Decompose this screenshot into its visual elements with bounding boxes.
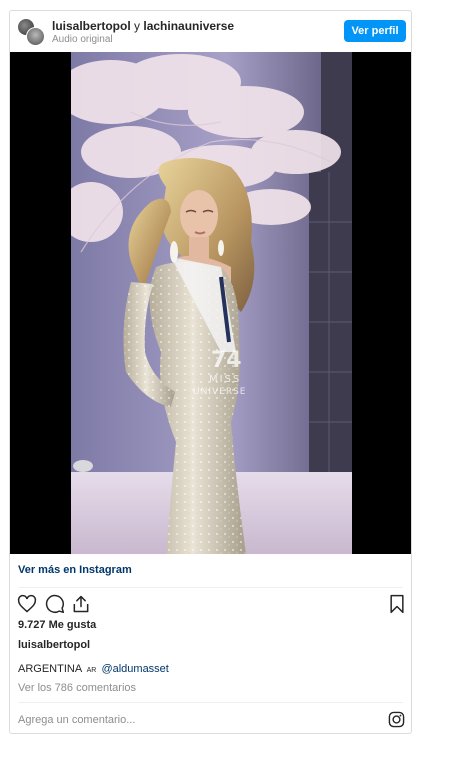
username-link[interactable]: lachinauniverse [143, 19, 234, 33]
watermark-line1: MISS [209, 374, 241, 385]
likes-count[interactable]: 9.727 Me gusta [18, 619, 96, 631]
flag-ar: AR [86, 667, 97, 674]
caption-mention-link[interactable]: @aldumasset [101, 663, 168, 675]
view-profile-button[interactable]: Ver perfil [344, 20, 406, 42]
watermark-number: 74 [211, 348, 242, 373]
share-icon[interactable] [71, 594, 91, 614]
post-owner-username[interactable]: luisalbertopol [18, 639, 90, 651]
video-frame[interactable]: 74 MISS UNIVERSE [71, 52, 352, 554]
view-more-link[interactable]: Ver más en Instagram [18, 564, 132, 576]
instagram-embed-card: luisalbertopol y lachinauniverse Audio o… [9, 10, 412, 734]
avatar[interactable] [26, 27, 45, 46]
post-caption: ARGENTINA AR @aldumasset [18, 663, 169, 675]
heart-icon[interactable] [17, 594, 37, 614]
avatar-group[interactable] [17, 18, 45, 46]
view-comments-link[interactable]: Ver los 786 comentarios [18, 682, 136, 694]
comment-icon[interactable] [45, 594, 65, 614]
post-header: luisalbertopol y lachinauniverse Audio o… [10, 11, 411, 53]
post-usernames[interactable]: luisalbertopol y lachinauniverse [52, 19, 234, 33]
video-still-image: 74 MISS UNIVERSE [71, 52, 352, 554]
caption-text: ARGENTINA [18, 663, 82, 675]
username-link[interactable]: luisalbertopol [52, 19, 131, 33]
instagram-icon[interactable] [388, 711, 405, 728]
comment-input[interactable]: Agrega un comentario... [18, 714, 135, 726]
audio-label[interactable]: Audio original [52, 34, 113, 45]
bookmark-icon[interactable] [388, 594, 406, 614]
divider [18, 702, 403, 703]
action-bar [10, 594, 411, 616]
video-player[interactable]: 74 MISS UNIVERSE [10, 52, 411, 554]
watermark-line2: UNIVERSE [193, 387, 246, 397]
username-connector: y [130, 19, 144, 33]
divider [18, 587, 403, 588]
